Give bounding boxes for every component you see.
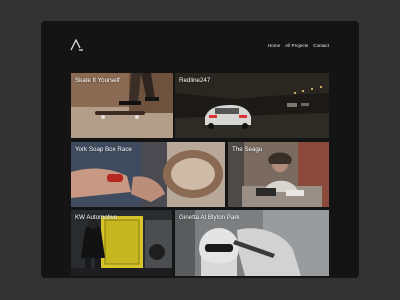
nav-home-link[interactable]: Home — [268, 43, 280, 49]
project-tile-the-seagu[interactable]: The Seagu — [228, 142, 329, 207]
triangle-logo-icon[interactable] — [70, 38, 84, 51]
project-tile-york-soap-box-race[interactable]: York Soap Box Race — [71, 142, 225, 207]
project-title: Skate It Yourself — [75, 77, 120, 84]
project-title: York Soap Box Race — [75, 146, 132, 153]
project-title: Redline247 — [179, 77, 211, 84]
project-tile-kw-automotive[interactable]: KW Automotive — [71, 210, 172, 276]
project-tile-skate[interactable]: Skate It Yourself — [71, 73, 173, 138]
project-tile-redline247[interactable]: Redline247 — [175, 73, 329, 138]
nav-all-projects-link[interactable]: All Projects — [285, 43, 308, 49]
nav-contact-link[interactable]: Contact — [313, 43, 329, 49]
project-tile-ginetta-at-blyton-park[interactable]: Ginetta At Blyton Park — [175, 210, 329, 276]
project-title: KW Automotive — [75, 214, 118, 221]
project-title: The Seagu — [232, 146, 263, 153]
portfolio-window: Home All Projects Contact Skate It Yours… — [41, 21, 359, 278]
top-nav: Home All Projects Contact — [268, 43, 329, 49]
project-title: Ginetta At Blyton Park — [179, 214, 240, 221]
